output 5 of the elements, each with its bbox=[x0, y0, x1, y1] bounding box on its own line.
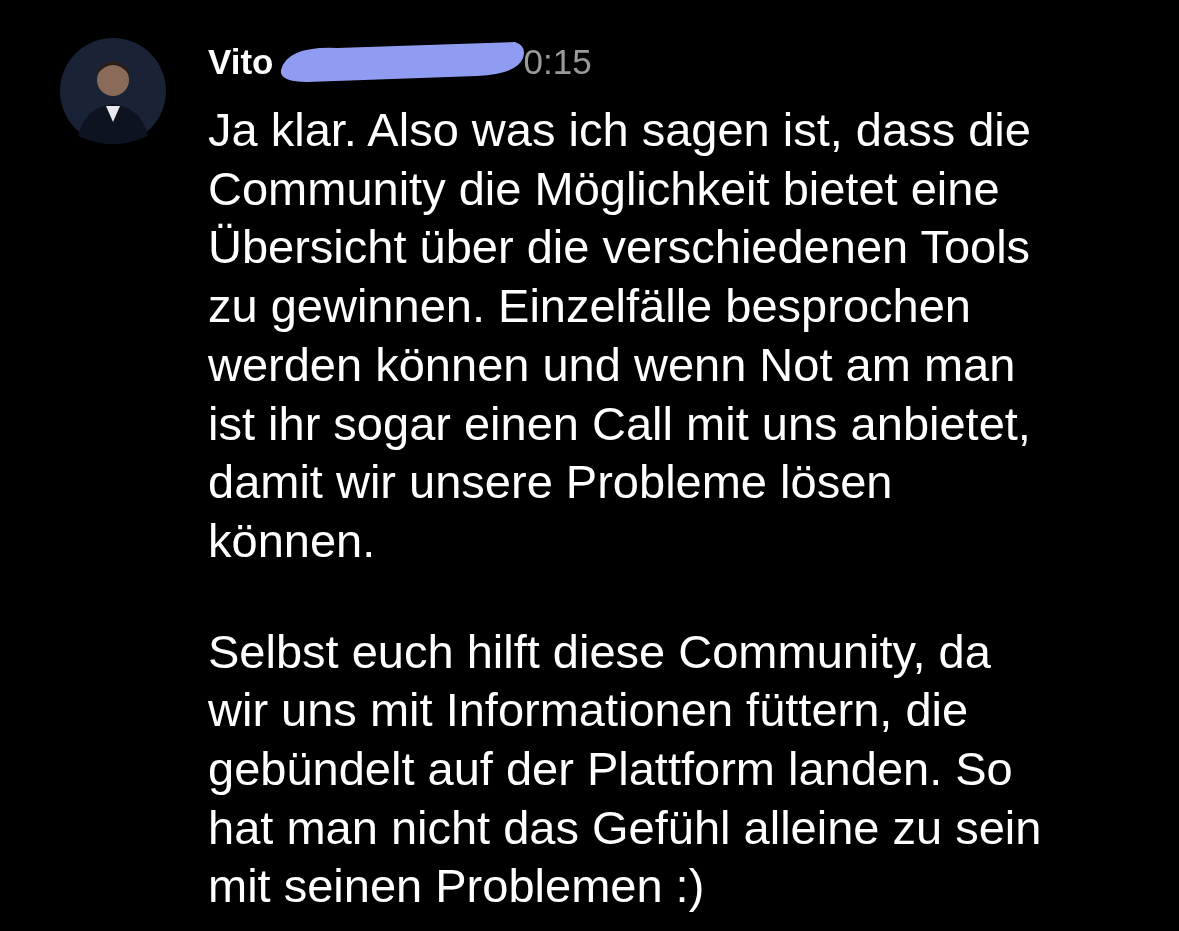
message-time: 0:15 bbox=[523, 42, 592, 82]
avatar-icon bbox=[60, 38, 166, 144]
sender-name: Vito bbox=[208, 42, 274, 82]
message-paragraph: Selbst euch hilft diese Community, da wir uns mit Informationen füttern, die gebündelt auf der Plattform landen. So hat man nicht das Gefühl alleine zu sein mit seinen Problemen :) bbox=[208, 623, 1042, 915]
message-paragraph: Ja klar. Also was ich sagen ist, dass die Community die Möglichkeit bietet eine Übersicht über die verschiedenen Tools zu gewinnen. Einzelfälle besprochen werden können und wenn Not am man ist ihr sogar einen Call mit uns anbietet, damit wir unsere Probleme lösen können. bbox=[208, 102, 1032, 569]
